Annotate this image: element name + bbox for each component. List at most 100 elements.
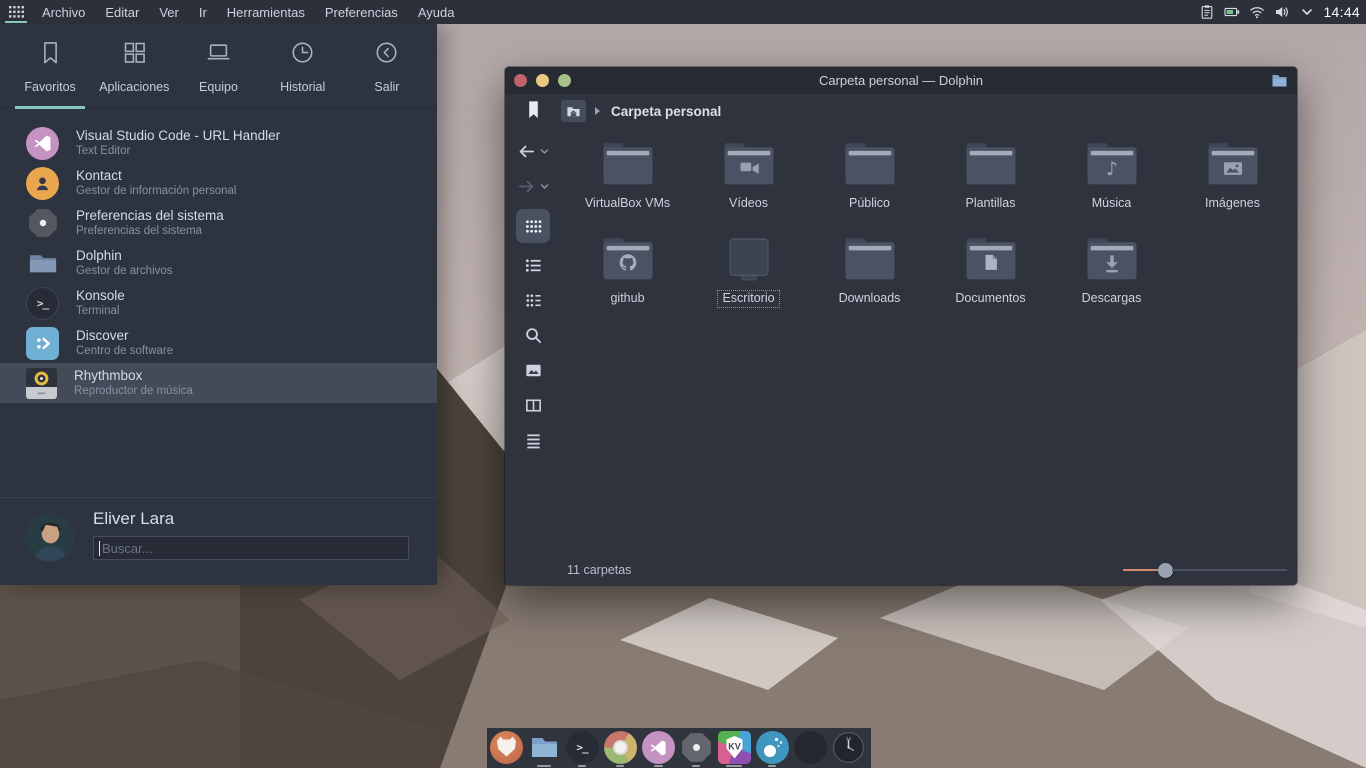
- view-icons-button[interactable]: [516, 209, 550, 243]
- app-item-discover[interactable]: DiscoverCentro de software: [0, 323, 437, 363]
- clock[interactable]: 14:44: [1323, 4, 1360, 20]
- folder-im-genes[interactable]: Imágenes: [1172, 140, 1293, 213]
- menu-ayuda[interactable]: Ayuda: [408, 0, 465, 24]
- folder-downloads[interactable]: Downloads: [809, 235, 930, 308]
- search-button[interactable]: [505, 326, 561, 345]
- battery-icon[interactable]: [1224, 4, 1240, 20]
- dock-label-hint: [537, 765, 551, 767]
- preview-button[interactable]: [505, 361, 561, 380]
- breadcrumb-bar: Carpeta personal: [561, 94, 1297, 128]
- clock-widget-icon: 12: [832, 731, 865, 764]
- folder-escritorio[interactable]: Escritorio: [688, 235, 809, 308]
- tab-favoritos[interactable]: Favoritos: [8, 39, 92, 94]
- app-subtitle: Gestor de archivos: [76, 264, 173, 278]
- zoom-slider[interactable]: [1123, 563, 1287, 578]
- tab-historial[interactable]: Historial: [261, 39, 345, 94]
- history-icon: [289, 39, 316, 71]
- wifi-icon[interactable]: [1249, 4, 1265, 20]
- app-subtitle: Centro de software: [76, 344, 173, 358]
- dolphin-app-icon: [26, 247, 59, 280]
- folder-p-blico[interactable]: Público: [809, 140, 930, 213]
- window-controls: [514, 74, 571, 87]
- folder-v-deos[interactable]: Vídeos: [688, 140, 809, 213]
- folder-documentos[interactable]: Documentos: [930, 235, 1051, 308]
- dock-item-vscode[interactable]: [639, 731, 677, 768]
- bookmark-icon: [37, 39, 64, 71]
- system-tray: [1199, 4, 1315, 20]
- dock-label-hint: [616, 765, 624, 767]
- minimize-button[interactable]: [536, 74, 549, 87]
- menu-ver[interactable]: Ver: [149, 0, 189, 24]
- app-title: Dolphin: [76, 248, 173, 264]
- app-item-rhythmbox[interactable]: RhythmboxReproductor de música: [0, 363, 437, 403]
- user-avatar[interactable]: [25, 513, 74, 562]
- folder-label: Downloads: [834, 290, 906, 308]
- menu-editar[interactable]: Editar: [95, 0, 149, 24]
- app-title: Kontact: [76, 168, 236, 184]
- tab-aplicaciones[interactable]: Aplicaciones: [92, 39, 176, 94]
- folder-descargas[interactable]: Descargas: [1051, 235, 1172, 308]
- folder-virtualbox-vms[interactable]: VirtualBox VMs: [567, 140, 688, 213]
- dock-item-terminal[interactable]: >_: [563, 731, 601, 768]
- app-item-konsole[interactable]: >_KonsoleTerminal: [0, 283, 437, 323]
- folder-label: Descargas: [1077, 290, 1147, 308]
- folder-plantillas[interactable]: Plantillas: [930, 140, 1051, 213]
- zoom-slider-handle[interactable]: [1158, 563, 1173, 578]
- app-item-dolphin[interactable]: DolphinGestor de archivos: [0, 243, 437, 283]
- dock-item-night-app[interactable]: [753, 731, 791, 768]
- app-title: Rhythmbox: [74, 368, 193, 384]
- dock-item-clock-widget[interactable]: 12: [829, 731, 867, 768]
- search-input[interactable]: [94, 537, 408, 559]
- menu-preferencias[interactable]: Preferencias: [315, 0, 408, 24]
- app-launcher-button[interactable]: [0, 0, 32, 24]
- folder-label: Escritorio: [717, 290, 779, 308]
- view-details-button[interactable]: [505, 291, 561, 310]
- view-list-button[interactable]: [505, 256, 561, 275]
- app-item-visual[interactable]: Visual Studio Code - URL HandlerText Edi…: [0, 123, 437, 163]
- night-app-icon: [756, 731, 789, 764]
- dock-item-kvantum-manager[interactable]: KV: [715, 731, 753, 768]
- global-menubar: ArchivoEditarVerIrHerramientasPreferenci…: [0, 0, 1366, 24]
- folder-icon: ♪: [1083, 140, 1141, 188]
- folder-icon: [720, 140, 778, 188]
- folder-icon: [962, 235, 1020, 283]
- dock-item-background-app[interactable]: [791, 731, 829, 768]
- application-launcher-panel: FavoritosAplicaciones Equipo Historial Sali…: [0, 24, 437, 585]
- dock-item-firefox[interactable]: [487, 731, 525, 768]
- maximize-button[interactable]: [558, 74, 571, 87]
- app-item-preferencias[interactable]: Preferencias del sistemaPreferencias del…: [0, 203, 437, 243]
- dock-item-system-settings[interactable]: [677, 731, 715, 768]
- app-item-kontact[interactable]: KontactGestor de información personal: [0, 163, 437, 203]
- breadcrumb[interactable]: Carpeta personal: [611, 104, 721, 119]
- breadcrumb-home-button[interactable]: [561, 100, 586, 122]
- dock: >_ KV 12: [487, 728, 871, 768]
- zoom-slider-fill: [1123, 569, 1159, 571]
- firefox-icon: [490, 731, 523, 764]
- menu-herramientas[interactable]: Herramientas: [217, 0, 315, 24]
- split-view-button[interactable]: [505, 396, 561, 415]
- titlebar[interactable]: Carpeta personal — Dolphin: [505, 67, 1297, 94]
- back-arrow-button[interactable]: [505, 142, 561, 161]
- rhythmbox-app-icon: [26, 368, 57, 399]
- close-button[interactable]: [514, 74, 527, 87]
- tab-label: Salir: [374, 80, 399, 94]
- status-text: 11 carpetas: [567, 563, 631, 577]
- tab-salir[interactable]: Salir: [345, 39, 429, 94]
- tab-equipo[interactable]: Equipo: [176, 39, 260, 94]
- clipboard-icon[interactable]: [1199, 4, 1215, 20]
- dock-item-file-manager[interactable]: [525, 731, 563, 768]
- dock-item-chromium[interactable]: [601, 731, 639, 768]
- settings-app-icon: [26, 207, 59, 240]
- menu-archivo[interactable]: Archivo: [32, 0, 95, 24]
- tab-label: Equipo: [199, 80, 238, 94]
- file-manager-icon: [528, 731, 561, 764]
- hamburger-menu-button[interactable]: [505, 431, 561, 450]
- bookmark-filled-button[interactable]: [505, 100, 561, 119]
- menu-ir[interactable]: Ir: [189, 0, 217, 24]
- kontact-app-icon: [26, 167, 59, 200]
- volume-icon[interactable]: [1274, 4, 1290, 20]
- folder-m-sica[interactable]: ♪Música: [1051, 140, 1172, 213]
- chevron-down-icon[interactable]: [1299, 4, 1315, 20]
- folder-github[interactable]: github: [567, 235, 688, 308]
- folder-icon: [962, 140, 1020, 188]
